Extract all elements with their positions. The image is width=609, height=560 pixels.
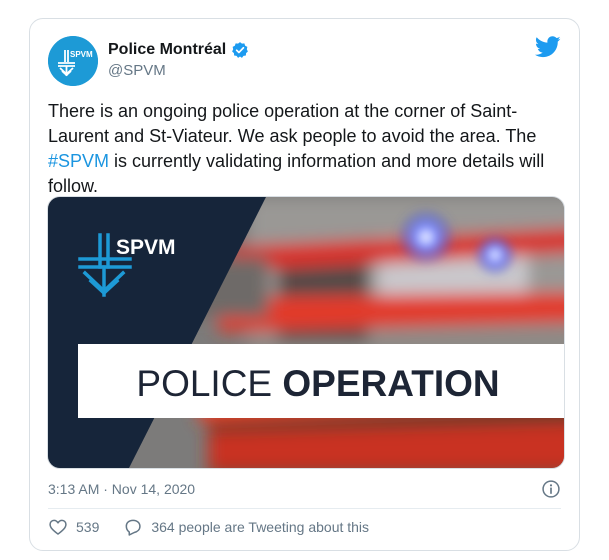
tweet-media-image[interactable]: SPVM POLICE OPERATION	[47, 196, 565, 469]
avatar[interactable]: SPVM	[48, 36, 98, 86]
banner-text-bold: OPERATION	[282, 363, 499, 404]
name-row: Police Montréal	[108, 41, 249, 59]
info-icon[interactable]	[541, 479, 561, 499]
conversation-button[interactable]: 364 people are Tweeting about this	[123, 517, 369, 537]
tweet-actions: 539 364 people are Tweeting about this	[48, 516, 369, 538]
timestamp-row: 3:13 AM · Nov 14, 2020	[48, 479, 561, 501]
banner-text: POLICE OPERATION	[136, 363, 499, 404]
like-count: 539	[76, 519, 100, 535]
hashtag-link[interactable]: #SPVM	[48, 151, 109, 171]
police-operation-graphic: SPVM POLICE OPERATION	[48, 197, 564, 468]
banner-text-light: POLICE	[136, 363, 282, 404]
speech-bubble-icon	[125, 519, 142, 536]
divider	[48, 508, 561, 509]
like-button[interactable]: 539	[48, 517, 99, 537]
heart-icon	[49, 519, 67, 535]
avatar-text: SPVM	[70, 50, 93, 59]
verified-badge-icon	[232, 42, 249, 58]
tweet-text-part-2: is currently validating information and …	[48, 151, 545, 196]
display-name[interactable]: Police Montréal	[108, 41, 226, 59]
media-logo-text: SPVM	[116, 236, 176, 259]
conversation-text: 364 people are Tweeting about this	[151, 519, 370, 535]
user-handle[interactable]: @SPVM	[108, 62, 166, 79]
tweet-card[interactable]: SPVM Police Montréal @SPVM There is an o…	[29, 18, 580, 551]
spvm-logo-icon: SPVM	[48, 36, 98, 86]
twitter-bird-icon[interactable]	[535, 36, 561, 58]
tweet-text: There is an ongoing police operation at …	[48, 99, 568, 199]
tweet-header: SPVM Police Montréal @SPVM	[48, 36, 561, 86]
tweet-timestamp[interactable]: 3:13 AM · Nov 14, 2020	[48, 481, 195, 497]
tweet-text-part-1: There is an ongoing police operation at …	[48, 101, 537, 146]
